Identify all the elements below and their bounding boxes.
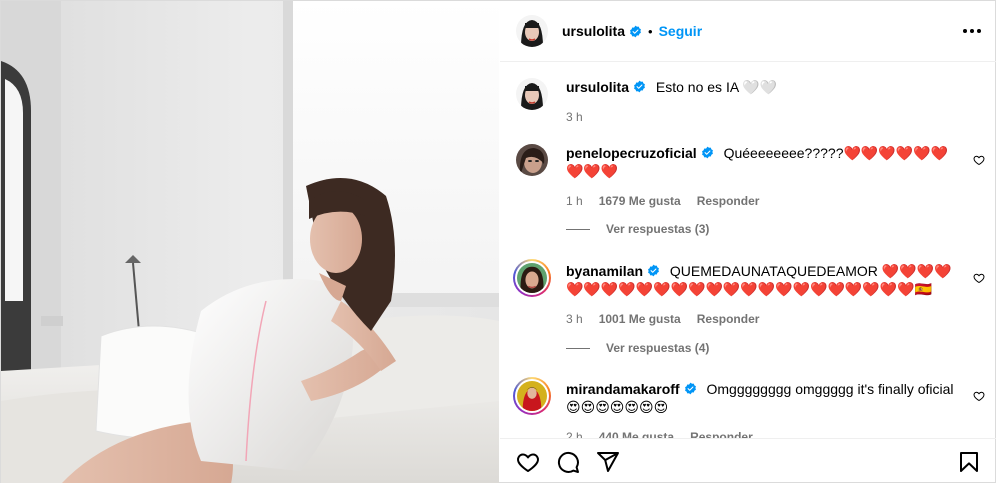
post-photo[interactable]	[1, 1, 499, 483]
follow-button[interactable]: Seguir	[659, 23, 703, 39]
post-modal: ursulolita • Seguir ursulolita Esto no e…	[0, 0, 996, 483]
verified-badge-icon	[630, 25, 641, 37]
reply-button[interactable]: Responder	[697, 192, 760, 210]
comment-likes[interactable]: 1679 Me gusta	[599, 192, 681, 210]
comment-like-icon[interactable]	[973, 272, 985, 284]
comment-icon[interactable]	[556, 450, 580, 474]
verified-badge-icon	[634, 80, 645, 93]
comment-time[interactable]: 1 h	[566, 192, 583, 210]
caption-username[interactable]: ursulolita	[566, 79, 629, 95]
view-replies-label: Ver respuestas (4)	[606, 341, 710, 355]
comment-like-icon[interactable]	[973, 390, 985, 402]
view-replies-label: Ver respuestas (3)	[606, 222, 710, 236]
caption-time[interactable]: 3 h	[566, 108, 583, 126]
comment-like-icon[interactable]	[973, 154, 985, 166]
comment-likes[interactable]: 1001 Me gusta	[599, 310, 681, 328]
verified-badge-icon	[701, 146, 713, 159]
view-replies-button[interactable]: Ver respuestas (3)	[566, 222, 709, 236]
more-options-icon[interactable]	[963, 29, 981, 33]
avatar[interactable]	[517, 263, 547, 293]
view-replies-button[interactable]: Ver respuestas (4)	[566, 341, 709, 355]
reply-button[interactable]: Responder	[690, 428, 753, 438]
comment-time[interactable]: 2 h	[566, 428, 583, 438]
verified-badge-icon	[648, 264, 659, 277]
avatar[interactable]	[516, 78, 548, 110]
post-author-username[interactable]: ursulolita	[562, 23, 625, 39]
story-ring[interactable]	[513, 377, 551, 415]
comment-item: byanamilan QUEMEDAUNATAQUEDEAMOR ❤️❤️❤️❤…	[513, 259, 985, 328]
bookmark-icon[interactable]	[957, 450, 981, 474]
avatar[interactable]	[517, 381, 547, 411]
reply-button[interactable]: Responder	[697, 310, 760, 328]
post-side-panel: ursulolita • Seguir ursulolita Esto no e…	[500, 1, 996, 483]
comment-item: mirandamakaroff Omgggggggg omggggg it's …	[513, 377, 985, 438]
comment-time[interactable]: 3 h	[566, 310, 583, 328]
comment-likes[interactable]: 440 Me gusta	[599, 428, 674, 438]
share-icon[interactable]	[596, 450, 620, 474]
caption: ursulolita Esto no es IA 🤍🤍 3 h	[516, 78, 985, 126]
separator-dot: •	[648, 23, 653, 39]
verified-badge-icon	[684, 382, 696, 395]
story-ring[interactable]	[513, 259, 551, 297]
comment-username[interactable]: penelopecruzoficial	[566, 145, 697, 161]
comment-username[interactable]: byanamilan	[566, 263, 643, 279]
comment-item: penelopecruzoficial Quéeeeeeee?????❤️❤️❤…	[516, 144, 985, 210]
caption-text: Esto no es IA 🤍🤍	[655, 79, 778, 95]
post-actions-bar	[500, 438, 996, 483]
comments-list[interactable]: ursulolita Esto no es IA 🤍🤍 3 h penelope…	[500, 62, 996, 438]
comment-username[interactable]: mirandamakaroff	[566, 381, 680, 397]
post-header: ursulolita • Seguir	[500, 1, 996, 62]
avatar[interactable]	[516, 15, 548, 47]
avatar[interactable]	[516, 144, 548, 176]
heart-icon[interactable]	[516, 450, 540, 474]
